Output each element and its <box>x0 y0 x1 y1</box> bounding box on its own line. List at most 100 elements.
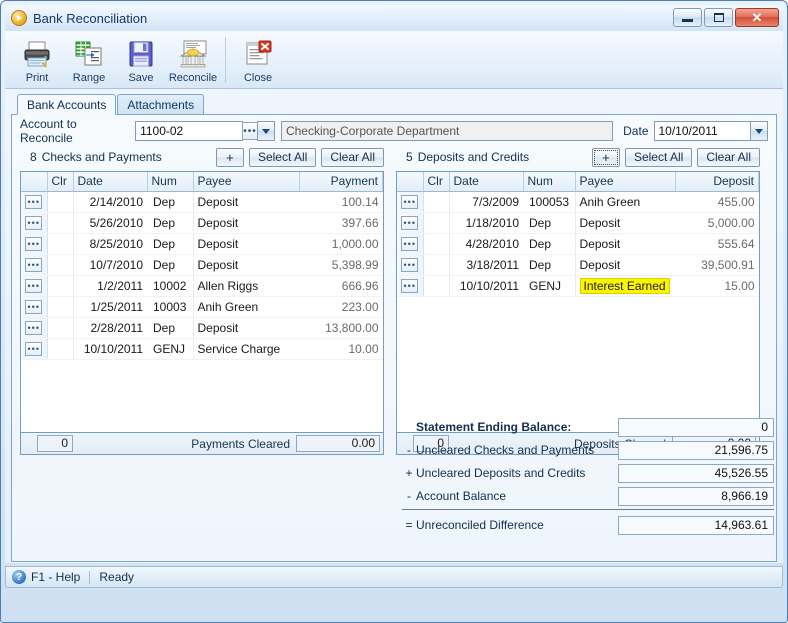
checks-cell-num[interactable]: Dep <box>147 191 193 213</box>
table-row[interactable]: ••• 10/10/2011 GENJ Service Charge 10.00 <box>21 338 383 360</box>
deposits-cell-date[interactable]: 4/28/2010 <box>449 233 523 255</box>
toolbar-button-reconcile[interactable]: Reconcile <box>167 35 219 84</box>
checks-cleared-checkbox-cell[interactable] <box>47 275 74 297</box>
checks-cell-amount[interactable]: 1,000.00 <box>299 233 383 255</box>
checks-cell-num[interactable]: 10002 <box>147 275 193 297</box>
deposits-col-payee[interactable]: Payee <box>575 172 676 192</box>
table-row[interactable]: ••• 3/18/2011 Dep Deposit 39,500.91 <box>397 254 759 276</box>
deposits-grid[interactable]: Clr Date Num Payee Deposit ••• 7/3/2009 10… <box>396 171 760 433</box>
checks-col-payee[interactable]: Payee <box>193 172 300 192</box>
table-row[interactable]: ••• 1/2/2011 10002 Allen Riggs 666.96 <box>21 275 383 297</box>
checks-cell-payee[interactable]: Deposit <box>192 191 299 213</box>
checks-col-actions[interactable] <box>21 172 48 192</box>
ellipsis-icon[interactable]: ••• <box>25 258 43 273</box>
deposits-cell-num[interactable]: Dep <box>523 212 575 234</box>
deposits-cell-amount[interactable]: 39,500.91 <box>675 254 759 276</box>
deposits-row-menu-cell[interactable]: ••• <box>397 233 424 255</box>
ellipsis-icon[interactable]: ••• <box>401 216 419 231</box>
checks-row-menu-cell[interactable]: ••• <box>21 275 48 297</box>
deposits-cell-amount[interactable]: 15.00 <box>675 275 759 297</box>
table-row[interactable]: ••• 1/25/2011 10003 Anih Green 223.00 <box>21 296 383 318</box>
checks-col-date[interactable]: Date <box>73 172 148 192</box>
checks-cleared-checkbox-cell[interactable] <box>47 212 74 234</box>
account-lookup-button[interactable]: ••• <box>241 122 259 140</box>
deposits-cell-payee[interactable]: Interest Earned <box>574 275 675 297</box>
toolbar-button-save[interactable]: Save <box>115 35 167 84</box>
checks-cleared-checkbox-cell[interactable] <box>47 191 74 213</box>
checks-col-clr[interactable]: Clr <box>47 172 74 192</box>
checks-cleared-checkbox-cell[interactable] <box>47 338 74 360</box>
toolbar-button-print[interactable]: Print <box>11 35 63 84</box>
checks-row-menu-cell[interactable]: ••• <box>21 212 48 234</box>
ellipsis-icon[interactable]: ••• <box>25 216 43 231</box>
ellipsis-icon[interactable]: ••• <box>25 195 43 210</box>
deposits-cell-date[interactable]: 3/18/2011 <box>449 254 523 276</box>
checks-cell-payee[interactable]: Anih Green <box>192 296 299 318</box>
table-row[interactable]: ••• 7/3/2009 100053 Anih Green 455.00 <box>397 191 759 213</box>
deposits-cell-date[interactable]: 10/10/2011 <box>449 275 523 297</box>
deposits-cell-payee[interactable]: Anih Green <box>574 191 675 213</box>
date-dropdown-button[interactable] <box>750 121 768 141</box>
tab-attachments[interactable]: Attachments <box>117 94 205 114</box>
deposits-col-actions[interactable] <box>397 172 424 192</box>
checks-cell-payee[interactable]: Deposit <box>192 317 299 339</box>
close-button[interactable]: ✕ <box>735 8 779 27</box>
checks-cell-amount[interactable]: 5,398.99 <box>299 254 383 276</box>
ellipsis-icon[interactable]: ••• <box>401 237 419 252</box>
ellipsis-icon[interactable]: ••• <box>401 258 419 273</box>
checks-cell-num[interactable]: Dep <box>147 212 193 234</box>
checks-cell-date[interactable]: 8/25/2010 <box>73 233 147 255</box>
table-row[interactable]: ••• 2/28/2011 Dep Deposit 13,800.00 <box>21 317 383 339</box>
deposits-clear-all-button[interactable]: Clear All <box>697 147 760 167</box>
date-input[interactable]: 10/10/2011 <box>653 121 752 141</box>
checks-cell-num[interactable]: Dep <box>147 254 193 276</box>
deposits-cell-num[interactable]: 100053 <box>523 191 575 213</box>
deposits-cleared-checkbox-cell[interactable] <box>423 275 450 297</box>
checks-col-num[interactable]: Num <box>147 172 194 192</box>
toolbar-button-range[interactable]: Range <box>63 35 115 84</box>
checks-cell-date[interactable]: 10/10/2011 <box>73 338 147 360</box>
deposits-col-date[interactable]: Date <box>449 172 524 192</box>
deposits-cleared-checkbox-cell[interactable] <box>423 254 450 276</box>
checks-cell-date[interactable]: 1/2/2011 <box>73 275 147 297</box>
checks-row-menu-cell[interactable]: ••• <box>21 254 48 276</box>
deposits-cell-amount[interactable]: 555.64 <box>675 233 759 255</box>
checks-row-menu-cell[interactable]: ••• <box>21 296 48 318</box>
deposits-cell-amount[interactable]: 5,000.00 <box>675 212 759 234</box>
deposits-cleared-checkbox-cell[interactable] <box>423 233 450 255</box>
maximize-button[interactable] <box>704 8 733 27</box>
table-row[interactable]: ••• 4/28/2010 Dep Deposit 555.64 <box>397 233 759 255</box>
table-row[interactable]: ••• 10/7/2010 Dep Deposit 5,398.99 <box>21 254 383 276</box>
table-row[interactable]: ••• 5/26/2010 Dep Deposit 397.66 <box>21 212 383 234</box>
ellipsis-icon[interactable]: ••• <box>25 237 43 252</box>
checks-cleared-checkbox-cell[interactable] <box>47 317 74 339</box>
question-circle-icon[interactable]: ? <box>12 570 26 584</box>
table-row[interactable]: ••• 2/14/2010 Dep Deposit 100.14 <box>21 191 383 213</box>
deposits-cell-num[interactable]: Dep <box>523 233 575 255</box>
deposits-cell-payee[interactable]: Deposit <box>574 254 675 276</box>
deposits-cell-date[interactable]: 7/3/2009 <box>449 191 523 213</box>
checks-cleared-checkbox-cell[interactable] <box>47 233 74 255</box>
checks-cell-payee[interactable]: Deposit <box>192 233 299 255</box>
checks-row-menu-cell[interactable]: ••• <box>21 191 48 213</box>
checks-cell-amount[interactable]: 10.00 <box>299 338 383 360</box>
deposits-col-deposit[interactable]: Deposit <box>675 172 759 192</box>
deposits-cell-num[interactable]: GENJ <box>523 275 575 297</box>
help-label[interactable]: F1 - Help <box>31 570 80 584</box>
deposits-cell-payee[interactable]: Deposit <box>574 233 675 255</box>
deposits-cleared-checkbox-cell[interactable] <box>423 191 450 213</box>
deposits-select-all-button[interactable]: Select All <box>624 147 693 167</box>
deposits-add-button[interactable]: + <box>591 147 620 167</box>
deposits-row-menu-cell[interactable]: ••• <box>397 275 424 297</box>
checks-cell-amount[interactable]: 223.00 <box>299 296 383 318</box>
checks-row-menu-cell[interactable]: ••• <box>21 338 48 360</box>
tab-bank-accounts[interactable]: Bank Accounts <box>17 94 117 115</box>
checks-row-menu-cell[interactable]: ••• <box>21 233 48 255</box>
checks-cell-amount[interactable]: 13,800.00 <box>299 317 383 339</box>
checks-cell-date[interactable]: 5/26/2010 <box>73 212 147 234</box>
deposits-cell-amount[interactable]: 455.00 <box>675 191 759 213</box>
checks-cell-date[interactable]: 2/14/2010 <box>73 191 147 213</box>
minimize-button[interactable] <box>673 8 702 27</box>
checks-select-all-button[interactable]: Select All <box>248 147 317 167</box>
checks-cell-date[interactable]: 2/28/2011 <box>73 317 147 339</box>
